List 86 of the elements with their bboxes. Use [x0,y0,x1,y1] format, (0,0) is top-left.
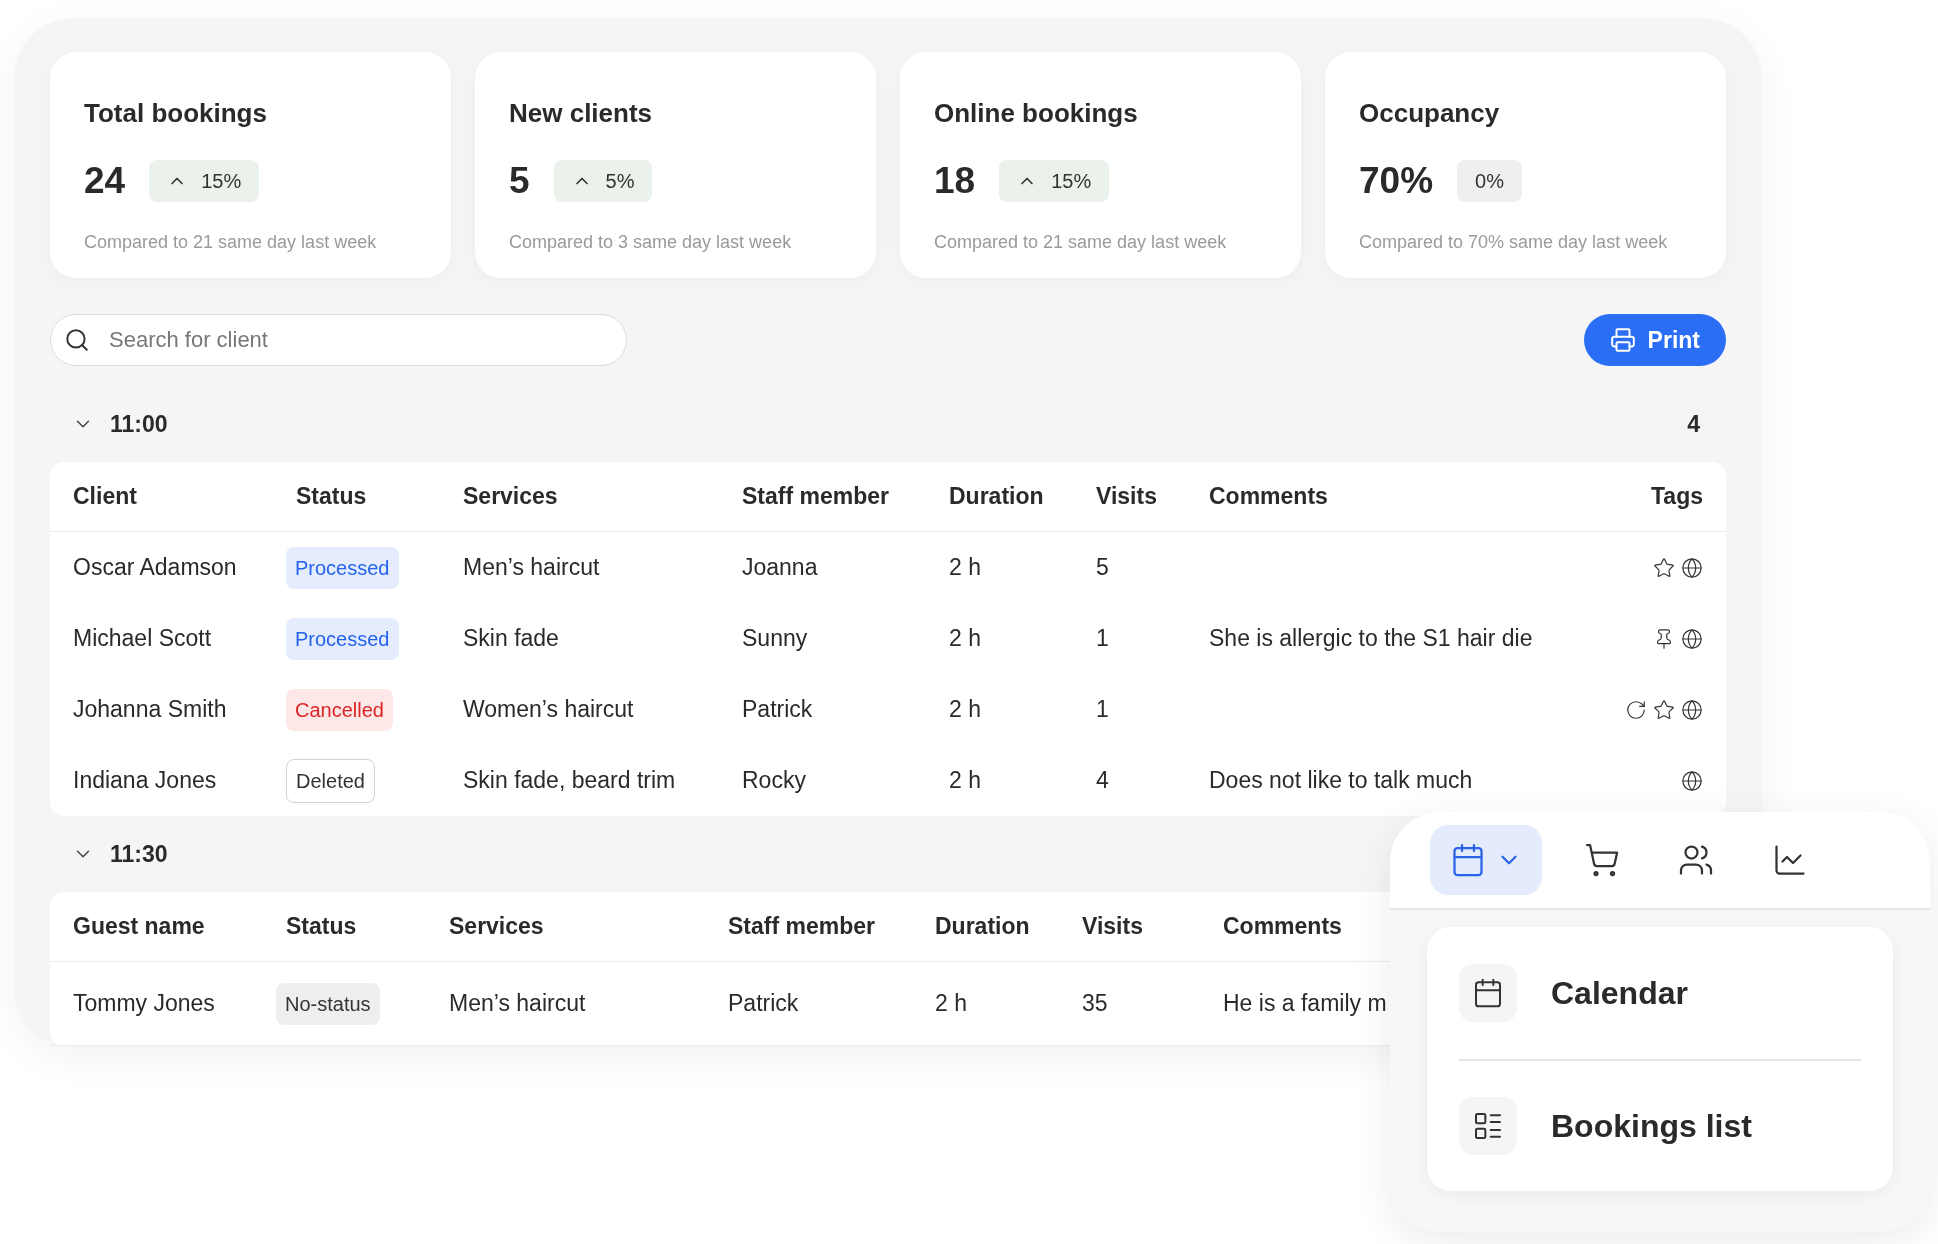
table-cell: She is allergic to the S1 hair die [1209,625,1533,652]
column-header: Staff member [742,482,890,512]
column-header: Comments [1223,912,1343,942]
column-header: Services [463,482,559,512]
calendar-tab[interactable] [1430,825,1542,895]
table-cell-text: Patrick [728,989,800,1019]
table-cell-text: Skin fade, beard trim [463,766,677,796]
calendar-icon [1459,964,1517,1022]
comparison-note: Compared to 70% same day last week [1359,230,1669,254]
trend-badge: 5% [553,159,653,202]
trend-badge: 15% [999,159,1110,202]
time-heading: 11:30 [110,839,168,869]
table-cell-text: Johanna Smith [73,695,228,725]
stat-title: Total bookings [84,97,268,130]
stat-title: Online bookings [934,97,1139,130]
stat-value: 5 [509,159,530,203]
table-cell-text: 1 [1096,695,1110,725]
refresh-icon [1625,698,1647,721]
table-cell-text: Patrick [742,695,814,725]
table-cell-text: Michael Scott [73,624,213,654]
table-cell-text: 35 [1082,989,1109,1019]
table-cell-text: 1 [1096,624,1110,654]
status-badge: No-status [276,982,380,1025]
star-icon [1653,698,1675,721]
table-cell-text: Skin fade [463,624,560,654]
column-header: Client [73,482,138,512]
printer-icon [1609,327,1636,353]
table-cell-text: Tommy Jones [73,989,216,1019]
globe-icon [1681,698,1703,721]
table-cell-text: Sunny [742,624,809,654]
table-cell-text: Men’s haircut [463,553,601,583]
table-cell-text: Oscar Adamson [73,553,238,583]
menu-item[interactable]: Bookings list [1551,1102,1752,1150]
table-cell: He is a family m [1223,990,1387,1017]
status-badge: Cancelled [286,688,393,731]
table-cell-text: 2 h [949,553,982,583]
time-heading: 11:00 [110,409,168,439]
table-cell-text: 2 h [949,624,982,654]
table-cell-text: 2 h [949,766,982,796]
stat-value: 18 [934,159,976,203]
trend-badge: 15% [149,159,260,202]
search-field[interactable]: Search for client [50,314,627,366]
calendar-icon [1450,842,1486,878]
table-cell-text: Indiana Jones [73,766,218,796]
column-header: Duration [949,482,1045,512]
comparison-note: Compared to 3 same day last week [509,230,793,254]
comparison-note: Compared to 21 same day last week [934,230,1228,254]
table-cell: Does not like to talk much [1209,767,1473,794]
column-header: Status [296,482,368,512]
status-badge: Deleted [286,758,375,803]
table-cell-text: Rocky [742,766,807,796]
menu-item[interactable]: Calendar [1551,969,1688,1017]
stat-value: 70% [1359,159,1434,203]
table-cell-text: 2 h [935,989,968,1019]
comparison-note: Compared to 21 same day last week [84,230,378,254]
column-header: Services [449,912,545,942]
table-cell-text: 4 [1096,766,1110,796]
table-cell-text: 2 h [949,695,982,725]
booking-count: 4 [1687,409,1700,439]
table-cell-text: 5 [1096,553,1110,583]
column-header: Staff member [728,912,876,942]
table-cell-text: Joanna [742,553,819,583]
status-badge: Processed [286,546,399,589]
line-chart-icon [1772,842,1808,878]
column-header: Duration [935,912,1031,942]
globe-icon [1681,556,1703,579]
star-icon [1653,556,1675,579]
table-cell-text: Men’s haircut [449,989,587,1019]
column-header: Visits [1082,912,1144,942]
globe-icon [1681,769,1703,792]
stat-title: Occupancy [1359,97,1501,130]
stat-title: New clients [509,97,654,130]
column-header: Comments [1209,482,1329,512]
column-header: Tags [1651,482,1703,512]
column-header: Visits [1096,482,1158,512]
column-header: Guest name [73,912,206,942]
globe-icon [1681,627,1703,650]
column-header: Status [286,912,358,942]
print-button[interactable]: Print [1583,314,1726,366]
list-icon [1459,1097,1517,1155]
status-badge: Processed [286,617,399,660]
table-cell-text: Women’s haircut [463,695,635,725]
cart-icon [1584,842,1620,878]
trend-badge: 0% [1457,159,1522,202]
search-icon [64,327,90,353]
stat-value: 24 [84,159,126,203]
